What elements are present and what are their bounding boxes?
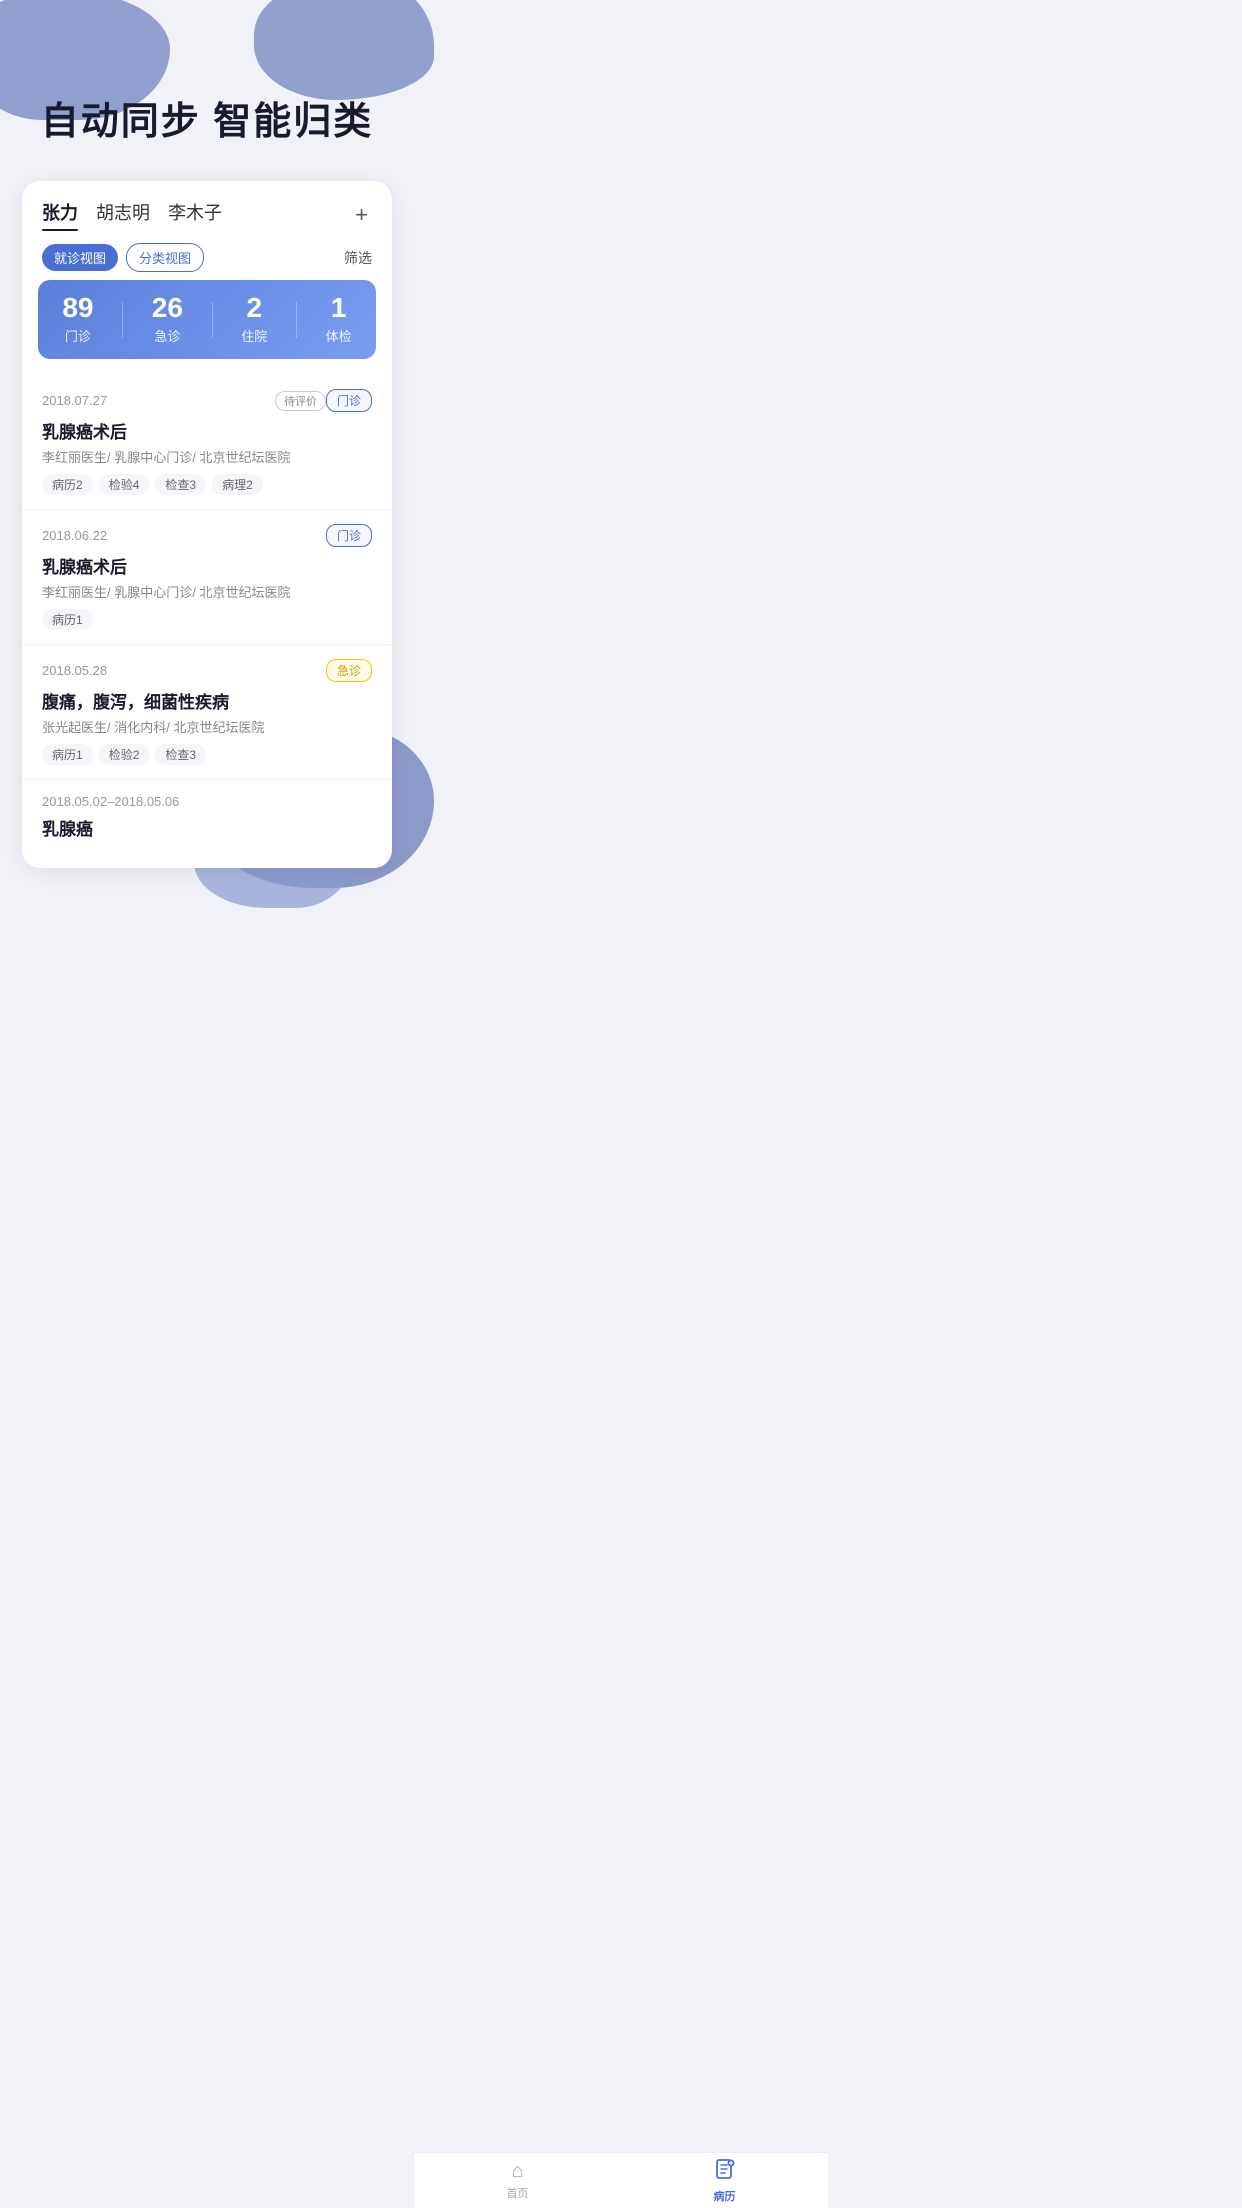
stat-outpatient-number: 89 <box>62 294 93 322</box>
tag-2-1: 检验2 <box>99 744 150 765</box>
bottom-nav: ⌂ 首页 病历 <box>414 2152 828 2208</box>
stat-inpatient: 2 住院 <box>241 294 267 345</box>
record-header-3: 2018.05.02–2018.05.06 <box>42 794 372 809</box>
stat-inpatient-number: 2 <box>246 294 262 322</box>
pending-badge-0: 待评价 <box>275 391 326 411</box>
visit-record-0[interactable]: 2018.07.27 待评价 门诊 乳腺癌术后 李红丽医生/ 乳腺中心门诊/ 北… <box>22 375 392 510</box>
tag-0-1: 检验4 <box>99 474 150 495</box>
add-tab-button[interactable]: + <box>351 202 372 228</box>
stat-checkup-label: 体检 <box>326 326 352 345</box>
tag-0-2: 检查3 <box>155 474 206 495</box>
stat-emergency-number: 26 <box>152 294 183 322</box>
stat-inpatient-label: 住院 <box>241 326 267 345</box>
stat-divider-3 <box>296 302 297 338</box>
nav-records[interactable]: 病历 <box>621 2158 828 2204</box>
type-badge-0: 门诊 <box>326 389 372 412</box>
record-date-3: 2018.05.02–2018.05.06 <box>42 794 372 809</box>
tag-0-3: 病理2 <box>212 474 263 495</box>
nav-home-label: 首页 <box>507 2185 529 2201</box>
view-toggle-row: 就诊视图 分类视图 筛选 <box>22 231 392 280</box>
tag-2-0: 病历1 <box>42 744 93 765</box>
visit-record-2[interactable]: 2018.05.28 急诊 腹痛，腹泻，细菌性疾病 张光起医生/ 消化内科/ 北… <box>22 645 392 780</box>
record-tags-2: 病历1 检验2 检查3 <box>42 744 372 765</box>
visit-record-3[interactable]: 2018.05.02–2018.05.06 乳腺癌 <box>22 780 392 848</box>
stat-outpatient: 89 门诊 <box>62 294 93 345</box>
stat-emergency: 26 急诊 <box>152 294 183 345</box>
category-view-button[interactable]: 分类视图 <box>126 243 204 272</box>
record-header-2: 2018.05.28 急诊 <box>42 659 372 682</box>
home-icon: ⌂ <box>511 2160 523 2183</box>
stat-checkup: 1 体检 <box>326 294 352 345</box>
record-subtitle-2: 张光起医生/ 消化内科/ 北京世纪坛医院 <box>42 717 372 736</box>
type-badge-2: 急诊 <box>326 659 372 682</box>
type-badge-1: 门诊 <box>326 524 372 547</box>
nav-home[interactable]: ⌂ 首页 <box>414 2160 621 2201</box>
stat-emergency-label: 急诊 <box>154 326 180 345</box>
record-header-1: 2018.06.22 门诊 <box>42 524 372 547</box>
stat-checkup-number: 1 <box>331 294 347 322</box>
record-subtitle-0: 李红丽医生/ 乳腺中心门诊/ 北京世纪坛医院 <box>42 447 372 466</box>
visit-view-button[interactable]: 就诊视图 <box>42 244 118 271</box>
record-tags-0: 病历2 检验4 检查3 病理2 <box>42 474 372 495</box>
record-header-0: 2018.07.27 待评价 门诊 <box>42 389 372 412</box>
record-tags-1: 病历1 <box>42 609 372 630</box>
records-icon <box>714 2158 736 2186</box>
tab-limuzi[interactable]: 李木子 <box>168 199 222 231</box>
tag-0-0: 病历2 <box>42 474 93 495</box>
stat-divider-1 <box>122 302 123 338</box>
record-title-2: 腹痛，腹泻，细菌性疾病 <box>42 688 372 713</box>
main-card: 张力 胡志明 李木子 + 就诊视图 分类视图 筛选 89 门诊 26 急诊 2 <box>22 181 392 868</box>
record-date-0: 2018.07.27 <box>42 393 267 408</box>
stat-divider-2 <box>212 302 213 338</box>
nav-records-label: 病历 <box>714 2188 736 2204</box>
record-title-0: 乳腺癌术后 <box>42 418 372 443</box>
tab-zhanglie[interactable]: 张力 <box>42 199 78 231</box>
record-date-2: 2018.05.28 <box>42 663 326 678</box>
stats-bar: 89 门诊 26 急诊 2 住院 1 体检 <box>38 280 376 359</box>
record-title-3: 乳腺癌 <box>42 815 372 840</box>
record-date-1: 2018.06.22 <box>42 528 326 543</box>
filter-button[interactable]: 筛选 <box>344 248 372 268</box>
tabs-row: 张力 胡志明 李木子 + <box>22 181 392 231</box>
visit-record-1[interactable]: 2018.06.22 门诊 乳腺癌术后 李红丽医生/ 乳腺中心门诊/ 北京世纪坛… <box>22 510 392 645</box>
tag-2-2: 检查3 <box>155 744 206 765</box>
tab-huzhiming[interactable]: 胡志明 <box>96 199 150 231</box>
record-subtitle-1: 李红丽医生/ 乳腺中心门诊/ 北京世纪坛医院 <box>42 582 372 601</box>
stat-outpatient-label: 门诊 <box>65 326 91 345</box>
hero-title: 自动同步 智能归类 <box>41 90 374 145</box>
record-title-1: 乳腺癌术后 <box>42 553 372 578</box>
tag-1-0: 病历1 <box>42 609 93 630</box>
